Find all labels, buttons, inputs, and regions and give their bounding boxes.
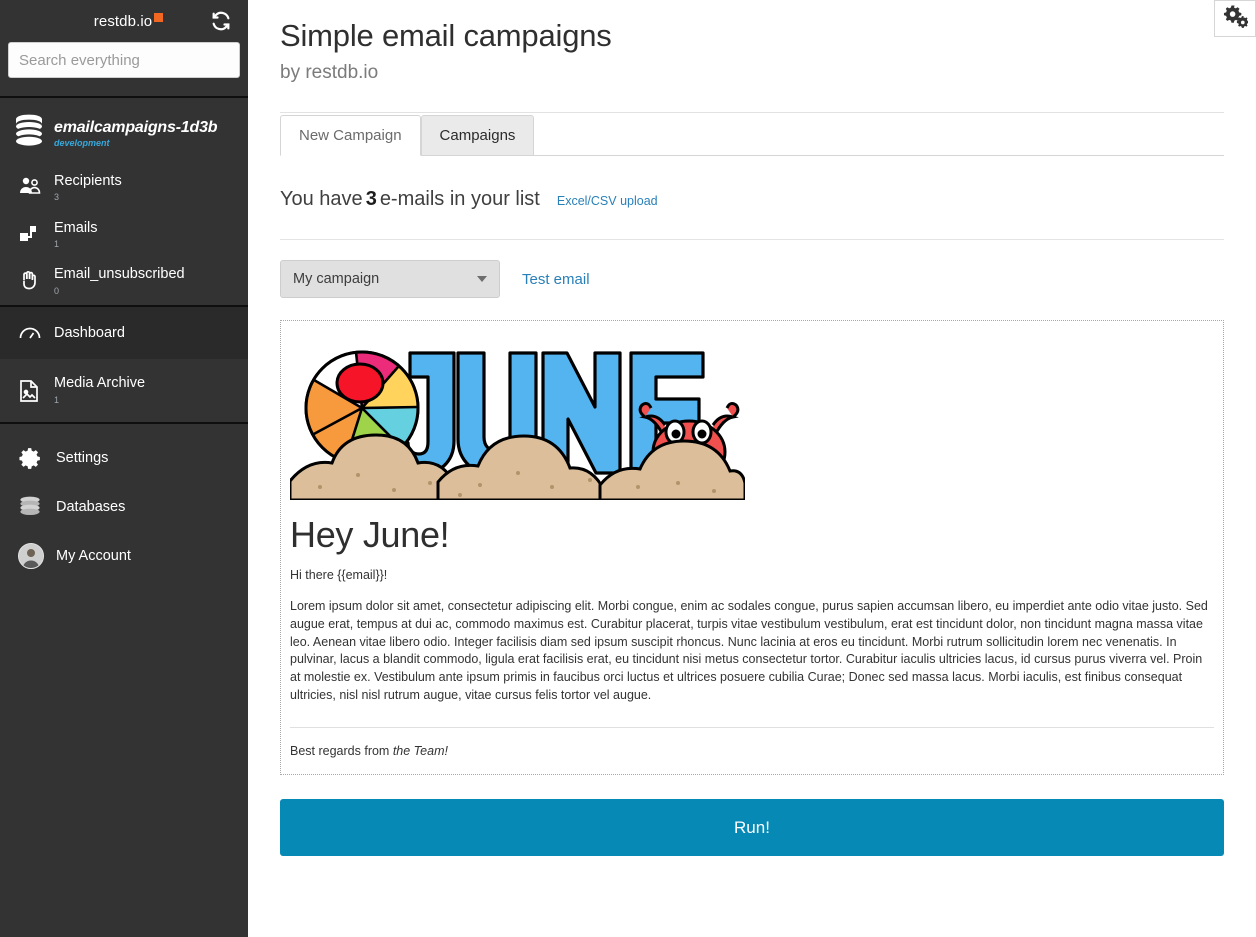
campaign-select[interactable]: My campaign	[280, 260, 500, 298]
campaign-select-value: My campaign	[293, 271, 380, 287]
sidebar-item-label: Settings	[56, 450, 109, 467]
hand-stop-icon	[18, 267, 46, 296]
tabs-underline	[280, 155, 1224, 156]
email-count-prefix: You have	[280, 188, 363, 210]
search-input[interactable]	[8, 42, 240, 78]
avatar	[18, 542, 48, 569]
sidebar-item-label: My Account	[56, 547, 131, 564]
content-wrap: Simple email campaigns by restdb.io New …	[248, 0, 1256, 856]
settings-button[interactable]	[1214, 0, 1256, 37]
app-root: restdb.io Search everything emailcampaig…	[0, 0, 1256, 937]
sidebar-item-count: 1	[54, 238, 60, 249]
brand-row: restdb.io	[0, 0, 248, 42]
email-heading: Hey June!	[290, 514, 450, 555]
email-body: Lorem ipsum dolor sit amet, consectetur …	[290, 599, 1208, 702]
search-wrap	[0, 42, 248, 78]
tab-new-campaign[interactable]: New Campaign	[280, 115, 421, 156]
chevron-down-icon	[477, 276, 487, 282]
sidebar-item-databases[interactable]: Databases	[0, 483, 248, 531]
email-preview: Hey June! Hi there {{email}}! Lorem ipsu…	[280, 320, 1224, 775]
signoff-prefix: Best regards from	[290, 743, 393, 758]
sidebar-item-email-unsubscribed[interactable]: Email_unsubscribed 0	[0, 258, 248, 305]
refresh-icon[interactable]	[210, 10, 232, 32]
run-button[interactable]: Run!	[280, 799, 1224, 856]
sidebar-item-label: Emails	[54, 219, 98, 236]
database-icon	[18, 495, 48, 519]
gear-icon	[18, 446, 48, 471]
email-divider	[290, 726, 1214, 728]
sidebar-item-emails-texts: Emails 1	[54, 219, 98, 250]
media-archive-icon	[18, 379, 46, 403]
sidebar-item-label: Dashboard	[54, 324, 125, 341]
tabs: New Campaign Campaigns	[280, 115, 1224, 156]
page-title: Simple email campaigns	[280, 18, 612, 53]
main-content: Simple email campaigns by restdb.io New …	[248, 0, 1256, 937]
signoff-emphasis: the Team!	[392, 743, 448, 758]
sidebar-footer-section: Settings Databases My Account	[0, 424, 248, 581]
avatar-icon	[18, 542, 44, 569]
sand-dunes	[290, 433, 745, 500]
logo-orange-square-icon	[154, 12, 164, 22]
sidebar-item-settings[interactable]: Settings	[0, 434, 248, 483]
sidebar-item-recipients-texts: Recipients 3	[54, 173, 122, 203]
june-banner-image	[290, 350, 745, 500]
email-count-line: You have 3 e-mails in your list Excel/CS…	[280, 188, 1224, 211]
email-greeting: Hi there {{email}}!	[290, 568, 388, 582]
restdb-logo[interactable]: restdb.io	[93, 12, 164, 30]
cogs-icon	[1223, 4, 1249, 34]
excel-csv-upload-link[interactable]: Excel/CSV upload	[557, 194, 658, 208]
database-name: emailcampaigns-1d3b	[54, 118, 218, 136]
dashboard-icon	[18, 324, 46, 342]
database-environment: development	[54, 137, 110, 148]
sidebar-item-dashboard[interactable]: Dashboard	[0, 307, 248, 360]
sidebar-item-count: 1	[54, 394, 60, 405]
emails-icon	[18, 221, 46, 248]
summary-divider	[280, 239, 1224, 240]
email-count-value: 3	[365, 188, 377, 210]
sidebar-item-media-archive-texts: Media Archive 1	[54, 376, 145, 405]
sidebar-nav-section: Dashboard Media Archive 1	[0, 307, 248, 424]
sidebar-item-label: Media Archive	[54, 375, 146, 392]
sidebar-item-count: 3	[54, 192, 60, 203]
recipients-icon	[18, 174, 46, 201]
sidebar-item-recipients[interactable]: Recipients 3	[0, 165, 248, 212]
restdb-logo-text: restdb.io	[93, 12, 153, 30]
sidebar-top: restdb.io	[0, 0, 248, 98]
sidebar-item-count: 0	[54, 285, 60, 296]
tab-campaigns[interactable]: Campaigns	[420, 115, 535, 156]
sidebar-item-media-archive[interactable]: Media Archive 1	[0, 359, 248, 422]
email-signoff: Best regards from the Team!	[290, 744, 1214, 758]
database-icon	[14, 114, 46, 153]
sidebar-item-label: Email_unsubscribed	[54, 266, 185, 283]
email-count-suffix: e-mails in your list	[379, 188, 540, 210]
header-divider	[280, 112, 1224, 113]
sidebar-item-dashboard-texts: Dashboard	[54, 324, 125, 341]
sidebar-item-my-account[interactable]: My Account	[0, 531, 248, 581]
sidebar-item-label: Recipients	[54, 173, 122, 189]
campaign-toolbar: My campaign Test email	[280, 260, 1224, 298]
page-subtitle: by restdb.io	[280, 62, 379, 83]
database-header[interactable]: emailcampaigns-1d3b development	[0, 98, 248, 165]
sidebar-database-section: emailcampaigns-1d3b development Recipien…	[0, 98, 248, 308]
database-texts: emailcampaigns-1d3b development	[54, 118, 218, 148]
sidebar-item-label: Databases	[56, 498, 126, 515]
sidebar-item-email-unsubscribed-texts: Email_unsubscribed 0	[54, 267, 185, 296]
sidebar-item-emails[interactable]: Emails 1	[0, 212, 248, 259]
test-email-link[interactable]: Test email	[522, 271, 590, 288]
sidebar: restdb.io Search everything emailcampaig…	[0, 0, 248, 937]
